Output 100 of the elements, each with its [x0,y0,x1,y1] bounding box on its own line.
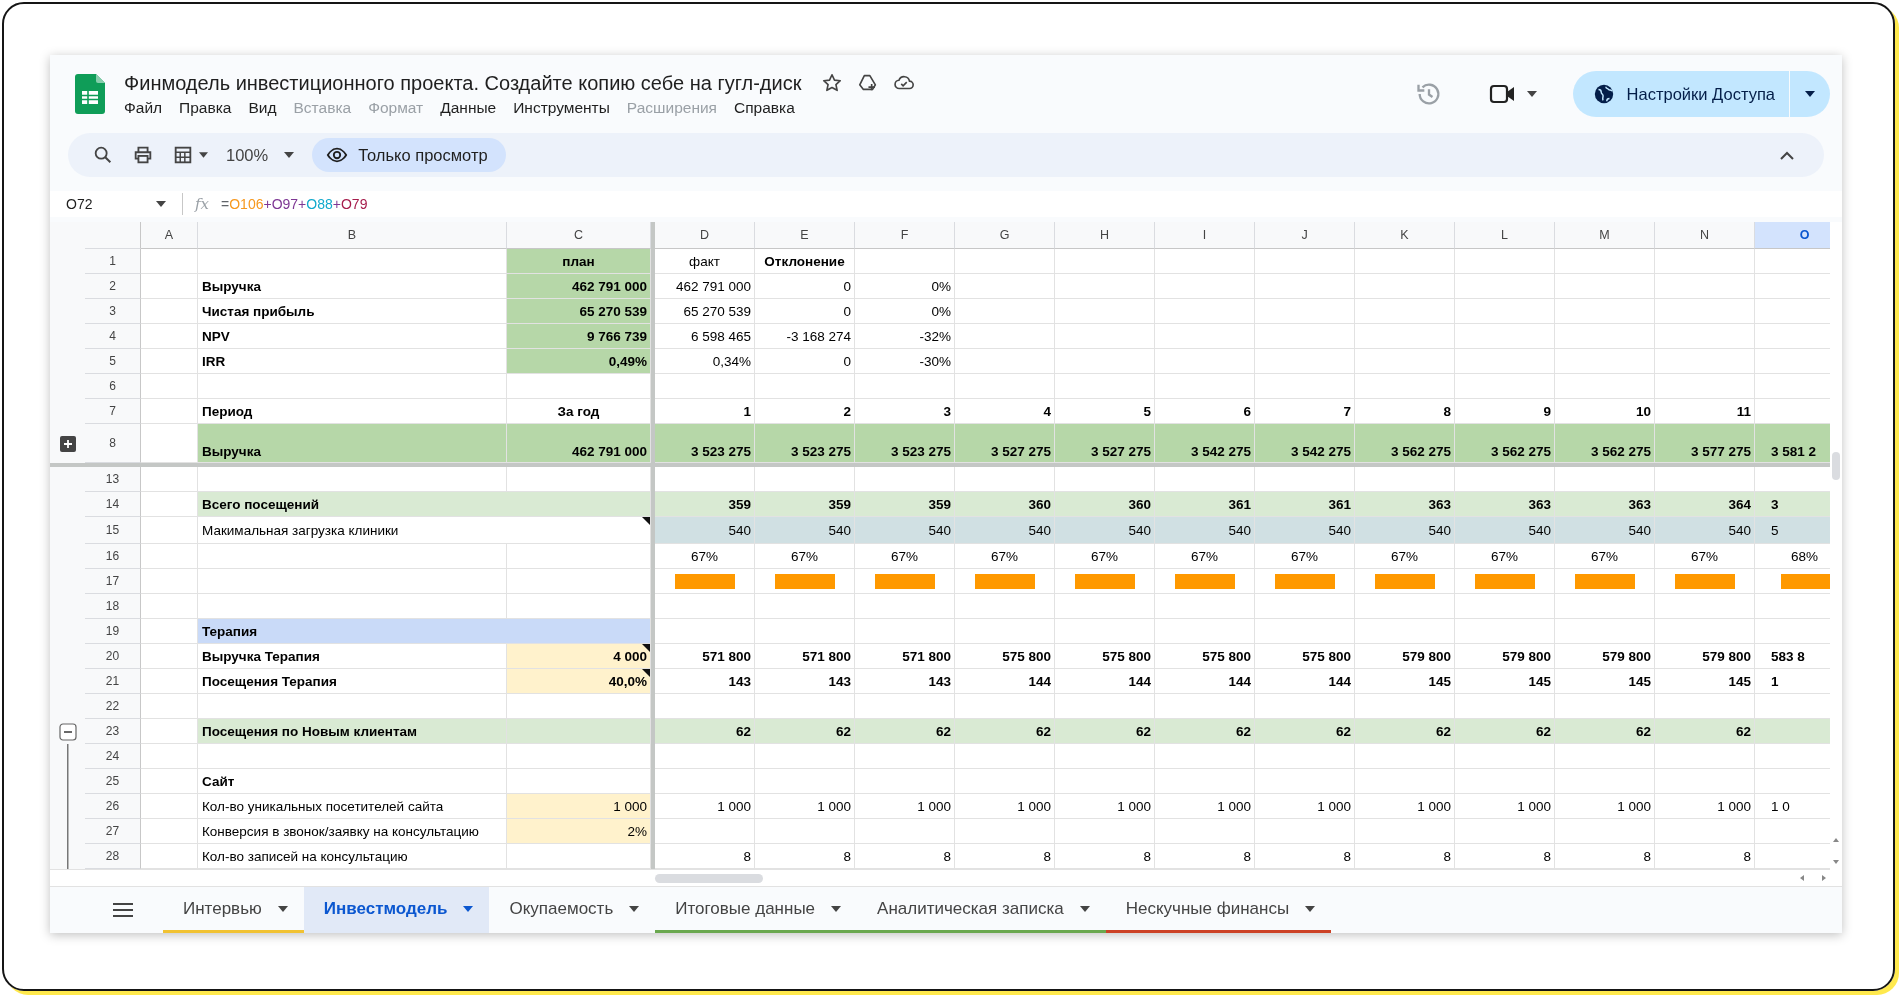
table-cell: 540 [1155,517,1255,544]
menu-item[interactable]: Вид [248,98,277,117]
menu-item[interactable]: Правка [179,98,232,117]
table-cell: 540 [655,517,755,544]
row-number[interactable]: 24 [85,744,141,769]
table-cell: Посещения Терапия [198,669,507,694]
row-number[interactable]: 8 [85,424,141,463]
table-cell: Выручка [198,424,507,463]
row-number[interactable]: 13 [85,467,141,492]
row-number[interactable]: 16 [85,544,141,569]
row-number[interactable]: 20 [85,644,141,669]
table-cell: 62 [1155,719,1255,744]
scrollbar-thumb[interactable] [655,873,763,883]
table-cell: 1 000 [655,794,755,819]
row-number[interactable]: 3 [85,299,141,324]
table-cell [141,399,198,424]
table-cell: 360 [1055,492,1155,517]
table-cell: 3 523 275 [855,424,955,463]
row-number[interactable]: 4 [85,324,141,349]
column-header[interactable]: N [1655,222,1755,249]
column-header[interactable]: I [1155,222,1255,249]
table-cell: 540 [1355,517,1455,544]
table-cell: 364 [1655,492,1755,517]
table-cell: 62 [855,719,955,744]
column-header[interactable]: F [855,222,955,249]
collapse-icon[interactable] [1780,150,1794,160]
row-number[interactable]: 28 [85,844,141,869]
formula-text[interactable]: =O106+O97+O88+O79 [221,196,368,212]
table-cell: 1 000 [1155,794,1255,819]
column-header[interactable]: C [507,222,651,249]
row-number[interactable]: 5 [85,349,141,374]
sheet-tab[interactable]: Аналитическая записка [857,887,1106,933]
row-number[interactable]: 19 [85,619,141,644]
column-header[interactable]: L [1455,222,1555,249]
menu-icon[interactable] [113,903,133,917]
collapse-group-icon[interactable] [58,722,77,741]
row-number[interactable]: 22 [85,694,141,719]
table-cell: 575 800 [1255,644,1355,669]
menu-item[interactable]: Файл [124,98,163,117]
table-cell: 62 [755,719,855,744]
table-cell: 1 000 [1655,794,1755,819]
sheet-tab[interactable]: Итоговые данные [655,887,858,933]
table-cell: 3 562 275 [1555,424,1655,463]
sheet-tab[interactable]: Нескучные финансы [1105,887,1332,933]
table-cell: 67% [1255,544,1355,569]
row-number[interactable]: 17 [85,569,141,594]
row-number[interactable]: 1 [85,249,141,274]
sheet-tab[interactable]: Окупаемость [489,887,656,933]
table-cell: 8 [955,844,1055,869]
table-cell: 540 [955,517,1055,544]
row-number[interactable]: 15 [85,517,141,544]
column-header[interactable]: H [1055,222,1155,249]
row-number[interactable]: 21 [85,669,141,694]
table-cell: 67% [855,544,955,569]
column-header[interactable]: J [1255,222,1355,249]
table-cell: -30% [855,349,955,374]
table-cell: Выручка [198,274,507,299]
table-cell: 3 523 275 [655,424,755,463]
column-header[interactable]: A [141,222,198,249]
column-header[interactable]: M [1555,222,1655,249]
table-cell: 3 527 275 [1055,424,1155,463]
row-number[interactable]: 27 [85,819,141,844]
name-box[interactable]: O72 [50,196,174,212]
sheet-tab[interactable]: Инвестмодель [303,887,490,933]
share-button[interactable]: Настройки Доступа [1572,71,1789,117]
table-cell: 40,0% [507,669,651,694]
zoom-select[interactable]: 100% [226,145,295,165]
expand-group-icon[interactable] [59,435,76,452]
table-cell: 1 000 [955,794,1055,819]
scrollbar-thumb[interactable] [1832,452,1840,480]
menu-item[interactable]: Инструменты [513,98,610,117]
column-header[interactable]: O [1755,222,1830,249]
row-number[interactable]: 26 [85,794,141,819]
row-number[interactable]: 25 [85,769,141,794]
column-header[interactable]: G [955,222,1055,249]
menu-item[interactable]: Справка [734,98,795,117]
menu-item[interactable]: Данные [440,98,497,117]
row-number[interactable]: 6 [85,374,141,399]
star-icon[interactable] [821,72,844,94]
table-cell: 67% [1455,544,1555,569]
row-number[interactable]: 7 [85,399,141,424]
search-icon[interactable] [92,144,114,166]
scroll-arrows-icon[interactable] [1831,836,1841,866]
format-menu-button[interactable] [172,144,208,166]
scroll-arrows-icon[interactable] [1798,873,1828,883]
view-mode-chip[interactable]: Только просмотр [312,138,506,172]
column-header[interactable]: K [1355,222,1455,249]
row-number[interactable]: 23 [85,719,141,744]
column-header[interactable]: D [655,222,755,249]
row-number[interactable]: 18 [85,594,141,619]
row-number[interactable]: 14 [85,492,141,517]
print-icon[interactable] [132,144,154,166]
table-cell: 143 [655,669,755,694]
table-cell [141,349,198,374]
document-title[interactable]: Финмодель инвестиционного проекта. Создайте копию себе на гугл-диск [124,71,802,95]
row-number[interactable]: 2 [85,274,141,299]
column-header[interactable]: E [755,222,855,249]
table-cell: 144 [1155,669,1255,694]
spreadsheet-icon[interactable] [75,74,105,114]
column-header[interactable]: B [198,222,507,249]
